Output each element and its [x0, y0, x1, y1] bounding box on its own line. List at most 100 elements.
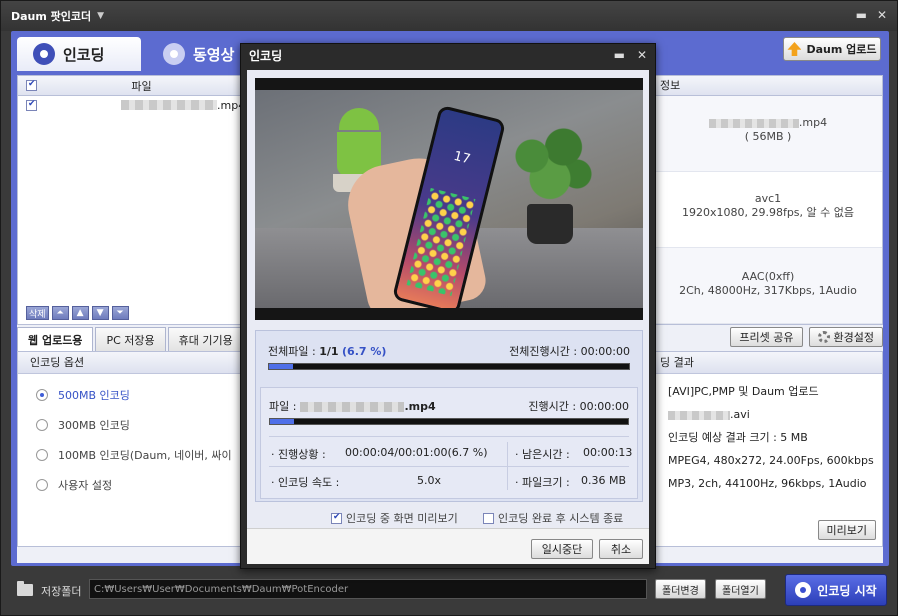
- preview-frame: 17: [255, 90, 643, 308]
- file-row[interactable]: .mp4: [18, 96, 246, 114]
- vertical-divider: [507, 442, 508, 490]
- info-file: .mp4 ( 56MB ): [654, 96, 882, 172]
- tab-encode-label: 인코딩: [63, 45, 105, 64]
- result-size: 인코딩 예상 결과 크기 : 5 MB: [668, 431, 808, 444]
- encode-result: 딩 결과 [AVI]PC,PMP 및 Daum 업로드 .avi 인코딩 예상 …: [653, 351, 883, 547]
- blurred-filename: [708, 118, 799, 128]
- option-label: 사용자 설정: [58, 479, 113, 492]
- info-file-ext: .mp4: [798, 116, 828, 129]
- bottom-bar: 저장폴더 폴더변경 폴더열기 인코딩 시작: [1, 569, 897, 615]
- list-toolbar: 삭제 ⏶ ▲ ▼ ⏷: [26, 306, 129, 320]
- total-time: 00:00:00: [580, 345, 630, 358]
- file-list: 파일 .mp4 삭제 ⏶ ▲ ▼ ⏷: [17, 75, 247, 325]
- save-folder-label: 저장폴더: [41, 585, 82, 598]
- size-value: 0.36 MB: [581, 474, 627, 487]
- total-progress-fill: [269, 364, 294, 369]
- edit-icon: [163, 43, 185, 65]
- result-header: 딩 결과: [654, 352, 882, 374]
- chevron-down-icon[interactable]: ▼: [97, 11, 104, 21]
- move-down-icon[interactable]: ▼: [91, 306, 109, 320]
- progress-box: 전체파일 : 1/1 (6.7 %) 전체진행시간 : 00:00:00 파일 …: [255, 330, 643, 502]
- tab-encode[interactable]: 인코딩: [17, 37, 141, 71]
- shutdown-after-encode[interactable]: 인코딩 완료 후 시스템 종료: [483, 510, 623, 526]
- total-count: 1/1: [319, 345, 339, 358]
- tab-web-upload[interactable]: 웹 업로드용: [17, 327, 94, 351]
- info-audio-detail: 2Ch, 48000Hz, 317Kbps, 1Audio: [679, 284, 857, 297]
- shutdown-checkbox[interactable]: [483, 512, 494, 524]
- radio-custom[interactable]: [36, 479, 48, 491]
- status-label: · 진행상황 :: [271, 448, 326, 461]
- dialog-close-icon[interactable]: ✕: [637, 48, 647, 62]
- settings-label: 환경설정: [833, 331, 874, 344]
- radio-300mb[interactable]: [36, 419, 48, 431]
- preset-buttons: 프리셋 공유 환경설정: [730, 327, 883, 347]
- option-300mb[interactable]: 300MB 인코딩: [18, 410, 246, 440]
- result-format: [AVI]PC,PMP 및 Daum 업로드: [668, 385, 819, 398]
- cancel-button[interactable]: 취소: [599, 539, 643, 559]
- total-progress-bar: [268, 363, 630, 370]
- change-folder-button[interactable]: 폴더변경: [655, 579, 706, 599]
- close-icon[interactable]: ✕: [877, 8, 887, 22]
- remain-value: 00:00:13: [583, 446, 633, 459]
- file-ext: .mp4: [404, 400, 436, 413]
- preset-share-label: 프리셋 공유: [739, 331, 794, 344]
- app-title: Daum 팟인코더: [11, 10, 92, 23]
- video-preview: 17: [255, 78, 643, 320]
- result-audio: MP3, 2ch, 44100Hz, 96kbps, 1Audio: [668, 477, 867, 490]
- info-video: avc1 1920x1080, 29.98fps, 알 수 없음: [654, 172, 882, 248]
- info-file-size: ( 56MB ): [744, 130, 792, 143]
- shutdown-checkbox-label: 인코딩 완료 후 시스템 종료: [498, 512, 624, 525]
- encoding-dialog: 인코딩 ▬ ✕ 17 전체파일: 1/1 (6.7 %) 전체진행시간: 0…: [240, 43, 656, 569]
- tab-mobile[interactable]: 휴대 기기용: [167, 327, 244, 351]
- option-label: 500MB 인코딩: [58, 389, 130, 402]
- preset-share-button[interactable]: 프리셋 공유: [730, 327, 803, 347]
- remain-label: · 남은시간 :: [515, 448, 570, 461]
- encode-options: 인코딩 옵션 500MB 인코딩 300MB 인코딩 100MB 인코딩(Dau…: [17, 351, 247, 547]
- preview-checkbox[interactable]: [331, 512, 342, 524]
- upload-arrow-icon: [787, 42, 802, 56]
- tab-pc-save[interactable]: PC 저장용: [95, 327, 166, 351]
- option-500mb[interactable]: 500MB 인코딩: [18, 380, 246, 410]
- file-progress-fill: [270, 419, 294, 424]
- daum-upload-button[interactable]: Daum 업로드: [783, 37, 881, 61]
- radio-500mb[interactable]: [36, 389, 48, 401]
- settings-button[interactable]: 환경설정: [808, 327, 883, 347]
- dialog-minimize-icon[interactable]: ▬: [614, 48, 625, 62]
- speed-label: · 인코딩 속도 :: [271, 476, 340, 489]
- speed-value: 5.0x: [417, 474, 442, 487]
- blurred-filename: [668, 410, 730, 420]
- pause-button[interactable]: 일시중단: [531, 539, 593, 559]
- dialog-title: 인코딩: [249, 49, 283, 63]
- delete-button[interactable]: 삭제: [26, 306, 49, 320]
- select-all-checkbox[interactable]: [26, 79, 37, 91]
- file-time-label: 진행시간 :: [528, 400, 577, 413]
- result-file-ext: .avi: [730, 408, 750, 421]
- divider: [269, 466, 629, 467]
- option-label: 100MB 인코딩(Daum, 네이버, 싸이: [58, 449, 232, 462]
- info-video-codec: avc1: [754, 192, 782, 205]
- move-top-icon[interactable]: ⏶: [51, 306, 69, 320]
- option-custom[interactable]: 사용자 설정: [18, 470, 246, 500]
- save-path-input[interactable]: [89, 579, 647, 599]
- minimize-icon[interactable]: ▬: [856, 8, 867, 22]
- option-100mb[interactable]: 100MB 인코딩(Daum, 네이버, 싸이: [18, 440, 246, 470]
- result-filename: .avi: [654, 403, 882, 426]
- folder-icon: [17, 581, 33, 596]
- info-video-detail: 1920x1080, 29.98fps, 알 수 없음: [681, 206, 855, 219]
- options-header: 인코딩 옵션: [18, 352, 246, 374]
- divider: [269, 436, 629, 437]
- preview-during-encode[interactable]: 인코딩 중 화면 미리보기: [331, 510, 458, 526]
- move-bottom-icon[interactable]: ⏷: [111, 306, 129, 320]
- daum-upload-label: Daum 업로드: [806, 43, 877, 56]
- encode-icon: [33, 43, 55, 65]
- file-column-header: 파일: [131, 79, 152, 93]
- radio-100mb[interactable]: [36, 449, 48, 461]
- file-row-checkbox[interactable]: [26, 99, 37, 111]
- open-folder-button[interactable]: 폴더열기: [715, 579, 766, 599]
- start-encoding-button[interactable]: 인코딩 시작: [785, 574, 887, 606]
- blurred-filename: [300, 402, 405, 412]
- preview-button[interactable]: 미리보기: [817, 520, 876, 540]
- file-progress-row: 파일 : .mp4 진행시간 : 00:00:00: [269, 398, 629, 414]
- option-label: 300MB 인코딩: [58, 419, 130, 432]
- move-up-icon[interactable]: ▲: [71, 306, 89, 320]
